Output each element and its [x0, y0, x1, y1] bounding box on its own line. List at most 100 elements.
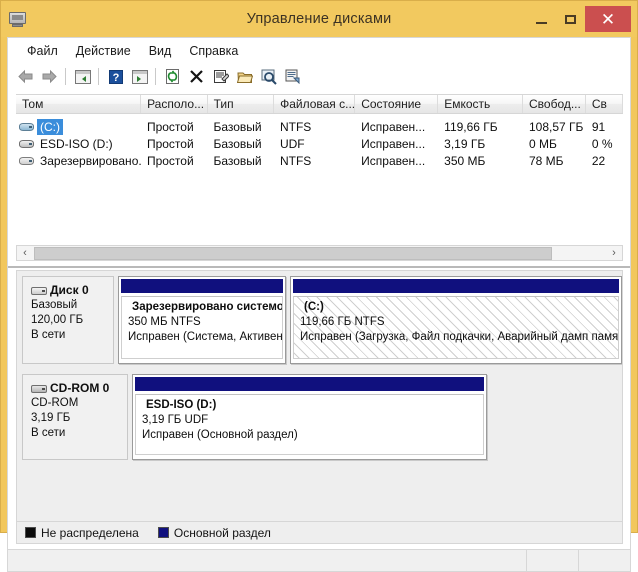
svg-text:?: ?	[112, 72, 119, 84]
disk-management-window: Управление дисками ✕ Файл Действие Вид С…	[0, 0, 638, 572]
partition-details: Зарезервировано системо 350 МБ NTFS Испр…	[121, 296, 283, 359]
partition-name: ESD-ISO (D:)	[146, 399, 217, 411]
toolbar-separator	[65, 68, 67, 85]
maximize-button[interactable]	[556, 7, 585, 31]
disk-info-panel[interactable]: Диск 0 Базовый 120,00 ГБ В сети	[22, 276, 114, 364]
volume-name: Зарезервировано...	[40, 153, 141, 168]
volume-cell-name: ESD-ISO (D:)	[16, 136, 141, 152]
horizontal-scrollbar[interactable]: ‹ ›	[16, 245, 623, 261]
show-action-pane-icon[interactable]	[128, 66, 151, 88]
volume-cell-capacity: 350 МБ	[444, 153, 486, 168]
partition-size-fs: 119,66 ГБ NTFS	[300, 316, 385, 328]
volume-cell-name: Зарезервировано...	[16, 153, 141, 169]
hard-drive-icon	[19, 121, 34, 132]
back-icon[interactable]	[14, 66, 37, 88]
status-bar-segment	[526, 550, 578, 571]
menu-item-view[interactable]: Вид	[140, 41, 181, 61]
column-header-free-space[interactable]: Свобод...	[522, 95, 586, 113]
volume-cell-status: Исправен...	[361, 119, 426, 134]
disk-info-panel[interactable]: CD-ROM 0 CD-ROM 3,19 ГБ В сети	[22, 374, 128, 460]
volume-cell-free-percent: 0 %	[591, 136, 613, 151]
disk-management-icon	[8, 9, 28, 29]
partition-color-bar	[121, 279, 283, 293]
volume-name: (C:)	[37, 118, 63, 135]
partition-block[interactable]: (C:) 119,66 ГБ NTFS Исправен (Загрузка, …	[290, 276, 622, 364]
scroll-left-button[interactable]: ‹	[17, 246, 33, 260]
scrollbar-thumb[interactable]	[34, 246, 552, 260]
column-header-status[interactable]: Состояние	[355, 95, 439, 113]
partition-color-bar	[293, 279, 619, 293]
pane-splitter[interactable]	[8, 266, 630, 268]
partition-block[interactable]: Зарезервировано системо 350 МБ NTFS Испр…	[118, 276, 286, 364]
partition-size-fs: 3,19 ГБ UDF	[142, 414, 209, 426]
volume-cell-status: Исправен...	[361, 153, 426, 168]
partition-status: Исправен (Загрузка, Файл подкачки, Авари…	[300, 331, 619, 343]
toolbar: ?	[7, 63, 631, 90]
toolbar-separator	[98, 68, 100, 85]
title-bar[interactable]: Управление дисками ✕	[1, 1, 637, 37]
volume-cell-free: 0 МБ	[529, 136, 557, 151]
table-row[interactable]: ESD-ISO (D:) Простой Базовый UDF Исправе…	[16, 135, 623, 152]
volume-cell-type: Базовый	[213, 119, 262, 134]
volume-cell-status: Исправен...	[361, 136, 426, 151]
minimize-button[interactable]	[527, 7, 556, 31]
volume-cell-capacity: 119,66 ГБ	[444, 119, 498, 134]
partition-block[interactable]: ESD-ISO (D:) 3,19 ГБ UDF Исправен (Основ…	[132, 374, 487, 460]
volume-cell-free: 78 МБ	[529, 153, 564, 168]
cd-rom-drive-icon	[31, 383, 47, 394]
menu-item-file[interactable]: Файл	[18, 41, 67, 61]
menu-item-help[interactable]: Справка	[180, 41, 247, 61]
close-button[interactable]: ✕	[585, 6, 631, 32]
menu-item-action[interactable]: Действие	[67, 41, 140, 61]
volume-cell-name: (C:)	[16, 118, 141, 135]
table-row[interactable]: (C:) Простой Базовый NTFS Исправен... 11…	[16, 118, 623, 135]
volume-cell-capacity: 3,19 ГБ	[444, 136, 486, 151]
disk-size: 120,00 ГБ	[31, 314, 84, 326]
scroll-right-button[interactable]: ›	[606, 246, 622, 260]
disk-icon	[31, 285, 47, 296]
disk-name: CD-ROM 0	[50, 381, 110, 395]
volume-cell-layout: Простой	[146, 136, 194, 151]
column-header-volume[interactable]: Том	[16, 95, 142, 113]
disk-state: В сети	[31, 427, 66, 439]
column-header-filesystem[interactable]: Файловая с...	[274, 95, 356, 113]
hard-drive-icon	[19, 155, 34, 166]
volume-cell-type: Базовый	[213, 136, 262, 151]
partition-status: Исправен (Основной раздел)	[142, 429, 298, 441]
properties-icon[interactable]	[209, 66, 232, 88]
disk-type: CD-ROM	[31, 397, 79, 409]
table-row[interactable]: Зарезервировано... Простой Базовый NTFS …	[16, 152, 623, 169]
disk-partitions: Зарезервировано системо 350 МБ NTFS Испр…	[118, 276, 622, 364]
volume-cell-filesystem: NTFS	[279, 119, 312, 134]
column-header-capacity[interactable]: Емкость	[438, 95, 523, 113]
refresh-icon[interactable]	[161, 66, 184, 88]
volume-cell-layout: Простой	[146, 119, 194, 134]
client-area: Том Располо... Тип Файловая с... Состоян…	[7, 90, 631, 550]
forward-icon[interactable]	[38, 66, 61, 88]
partition-status: Исправен (Система, Активен	[128, 331, 283, 343]
help-icon[interactable]: ?	[104, 66, 127, 88]
disk-state: В сети	[31, 329, 66, 341]
open-folder-icon[interactable]	[233, 66, 256, 88]
column-header-free-percent[interactable]: Св	[585, 95, 624, 113]
menu-bar: Файл Действие Вид Справка	[7, 37, 631, 63]
column-header-type[interactable]: Тип	[207, 95, 275, 113]
graphical-view: Диск 0 Базовый 120,00 ГБ В сети Зарезерв…	[16, 270, 623, 544]
cd-rom-icon	[19, 138, 34, 149]
volume-cell-filesystem: NTFS	[279, 153, 312, 168]
rescan-disks-icon[interactable]	[281, 66, 304, 88]
partition-size-fs: 350 МБ NTFS	[128, 316, 201, 328]
disk-partitions: ESD-ISO (D:) 3,19 ГБ UDF Исправен (Основ…	[132, 374, 487, 460]
delete-icon[interactable]	[185, 66, 208, 88]
partition-name: (C:)	[304, 301, 324, 313]
volume-cell-free: 108,57 ГБ	[529, 119, 584, 134]
volume-list-body: (C:) Простой Базовый NTFS Исправен... 11…	[16, 118, 623, 169]
volume-cell-free-percent: 91	[591, 119, 606, 134]
disk-title: CD-ROM 0	[31, 381, 121, 396]
search-icon[interactable]	[257, 66, 280, 88]
column-header-layout[interactable]: Располо...	[141, 95, 208, 113]
volume-list-header: Том Располо... Тип Файловая с... Состоян…	[16, 94, 624, 114]
disk-row-1: CD-ROM 0 CD-ROM 3,19 ГБ В сети ESD-ISO (…	[22, 374, 622, 460]
show-hide-console-tree-icon[interactable]	[71, 66, 94, 88]
disk-size: 3,19 ГБ	[31, 412, 71, 424]
